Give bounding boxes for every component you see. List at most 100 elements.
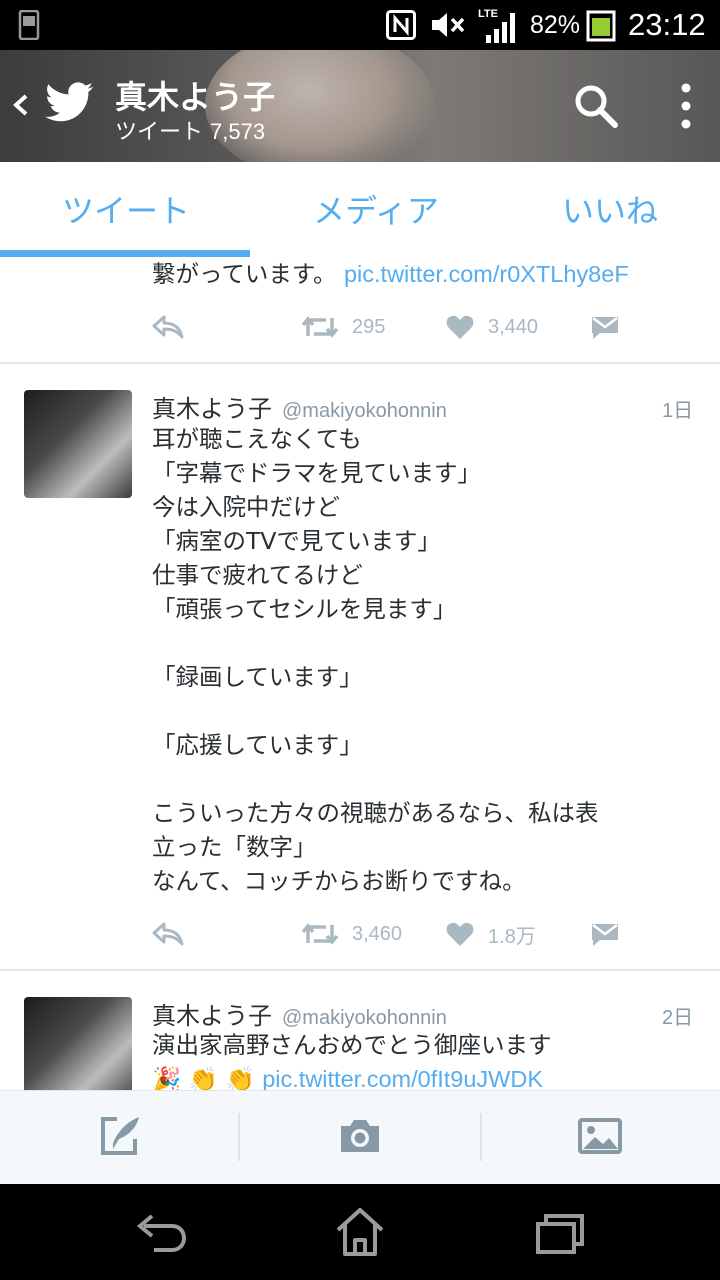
more-vertical-icon	[681, 83, 691, 129]
tweet-count: ツイート 7,573	[115, 114, 265, 146]
tweet-actions: 3,460 1.8万	[152, 914, 712, 954]
retweet-icon	[301, 316, 339, 338]
compose-tweet-button[interactable]	[90, 1109, 150, 1163]
tweet-author-name[interactable]: 真木よう子	[152, 395, 272, 423]
tweet-divider	[0, 969, 720, 971]
tweet-line	[152, 626, 599, 660]
retweet-count: 295	[352, 315, 386, 338]
tweet-header: 真木よう子 @makiyokohonnin	[152, 389, 447, 424]
battery-icon	[586, 0, 616, 50]
separator	[238, 1113, 240, 1161]
like-button[interactable]: 3,440	[446, 307, 538, 347]
recents-nav-icon	[536, 1214, 584, 1254]
tweet-actions: 295 3,440	[152, 307, 712, 347]
clock: 23:12	[628, 7, 706, 42]
separator	[480, 1113, 482, 1161]
reply-button[interactable]	[152, 914, 184, 954]
status-bar: LTE 82% 23:12	[0, 0, 720, 50]
like-button[interactable]: 1.8万	[446, 914, 536, 954]
tab-likes[interactable]: いいね	[490, 162, 720, 256]
more-options-button[interactable]	[668, 82, 704, 130]
tweet-link[interactable]: pic.twitter.com/r0XTLhy8eF	[344, 261, 629, 287]
compose-tweet-icon	[101, 1117, 139, 1155]
camera-icon	[341, 1120, 379, 1152]
tweet-text: 繋がっています。	[152, 260, 337, 288]
back-button[interactable]	[8, 80, 34, 130]
nfc-icon	[386, 0, 416, 50]
retweet-button[interactable]: 3,460	[300, 914, 402, 954]
tweet-line: 「応援しています」	[152, 731, 363, 759]
system-navigation-bar	[0, 1184, 720, 1280]
nav-back-button[interactable]	[128, 1204, 192, 1260]
svg-text:LTE: LTE	[478, 8, 498, 20]
tweet-link[interactable]: pic.twitter.com/0fIt9uJWDK	[262, 1066, 543, 1090]
tweet-divider	[0, 362, 720, 364]
tweet-author-handle[interactable]: @makiyokohonnin	[282, 400, 447, 422]
tweet-timestamp: 2日	[662, 1007, 694, 1029]
tweet-author-handle[interactable]: @makiyokohonnin	[282, 1007, 447, 1029]
search-icon	[575, 85, 618, 128]
tweet-line: 🎉 👏 👏 pic.twitter.com/0fIt9uJWDK	[152, 1062, 552, 1090]
retweet-count: 3,460	[352, 922, 403, 945]
tweet-line: 「録画しています」	[152, 663, 363, 691]
tweet-count-label: ツイート	[115, 120, 204, 145]
avatar[interactable]	[24, 997, 132, 1090]
tweet-line	[152, 762, 599, 796]
tweet-line: なんて、コッチからお断りですね。	[152, 867, 526, 895]
phone-icon	[18, 0, 40, 50]
message-icon	[592, 924, 618, 946]
profile-header: 真木よう子 ツイート 7,573	[0, 50, 720, 162]
profile-tabs: ツイート メディア いいね	[0, 162, 720, 260]
tweet-line	[152, 694, 599, 728]
tweet-header: 真木よう子 @makiyokohonnin	[152, 996, 447, 1031]
twitter-bird-icon[interactable]	[44, 82, 94, 124]
heart-icon	[446, 922, 474, 946]
back-nav-icon	[136, 1214, 187, 1252]
tweet-count-value: 7,573	[210, 119, 266, 144]
tweet-line: 耳が聴こえなくても	[152, 425, 362, 453]
retweet-icon	[301, 923, 339, 945]
tweet-line: 「病室のTVで見ています」	[152, 527, 441, 555]
tweet-line: 「頑張ってセシルを見ます」	[152, 595, 457, 623]
like-count: 1.8万	[488, 925, 536, 948]
reply-icon	[152, 315, 184, 339]
active-tab-indicator	[0, 250, 250, 257]
search-button[interactable]	[572, 82, 620, 130]
nav-home-button[interactable]	[328, 1204, 392, 1260]
message-icon	[592, 317, 618, 339]
avatar[interactable]	[24, 390, 132, 498]
signal-icon: LTE	[476, 0, 520, 50]
retweet-button[interactable]: 295	[300, 307, 385, 347]
profile-name: 真木よう子	[115, 78, 276, 116]
like-count: 3,440	[488, 315, 539, 338]
back-icon	[13, 94, 28, 116]
reply-button[interactable]	[152, 307, 184, 347]
gallery-button[interactable]	[570, 1109, 630, 1163]
tweet-body: 耳が聴こえなくても 「字幕でドラマを見ています」 今は入院中だけど 「病室のTV…	[152, 422, 599, 898]
direct-message-button[interactable]	[590, 914, 620, 954]
tab-media[interactable]: メディア	[256, 162, 496, 256]
tweet-line: 「字幕でドラマを見ています」	[152, 459, 481, 487]
heart-icon	[446, 315, 474, 339]
battery-percent: 82%	[530, 10, 581, 39]
tweet-line: 立った「数字」	[152, 833, 317, 861]
tweet-line: 演出家高野さんおめでとう御座います	[152, 1031, 552, 1059]
tweet-line: 今は入院中だけど	[152, 493, 340, 521]
tweet-line: こういった方々の視聴があるなら、私は表	[152, 799, 599, 827]
reply-icon	[152, 922, 184, 946]
tweet-timestamp: 1日	[662, 400, 694, 422]
tab-tweets[interactable]: ツイート	[6, 162, 246, 256]
tweet-body: 演出家高野さんおめでとう御座います 🎉 👏 👏 pic.twitter.com/…	[152, 1028, 552, 1090]
bottom-composer-bar	[0, 1090, 720, 1184]
tweet-body: 繋がっています。 pic.twitter.com/r0XTLhy8eF	[152, 257, 629, 291]
nav-recents-button[interactable]	[528, 1204, 592, 1260]
camera-button[interactable]	[330, 1109, 390, 1163]
timeline[interactable]: 繋がっています。 pic.twitter.com/r0XTLhy8eF 295 …	[0, 257, 720, 1090]
tweet-author-name[interactable]: 真木よう子	[152, 1002, 272, 1030]
gallery-icon	[578, 1118, 622, 1154]
tweet-line: 仕事で疲れてるけど	[152, 561, 363, 589]
tweet-emoji: 🎉 👏 👏	[152, 1065, 255, 1090]
mute-icon	[430, 0, 466, 50]
direct-message-button[interactable]	[590, 307, 620, 347]
home-nav-icon	[336, 1208, 384, 1256]
